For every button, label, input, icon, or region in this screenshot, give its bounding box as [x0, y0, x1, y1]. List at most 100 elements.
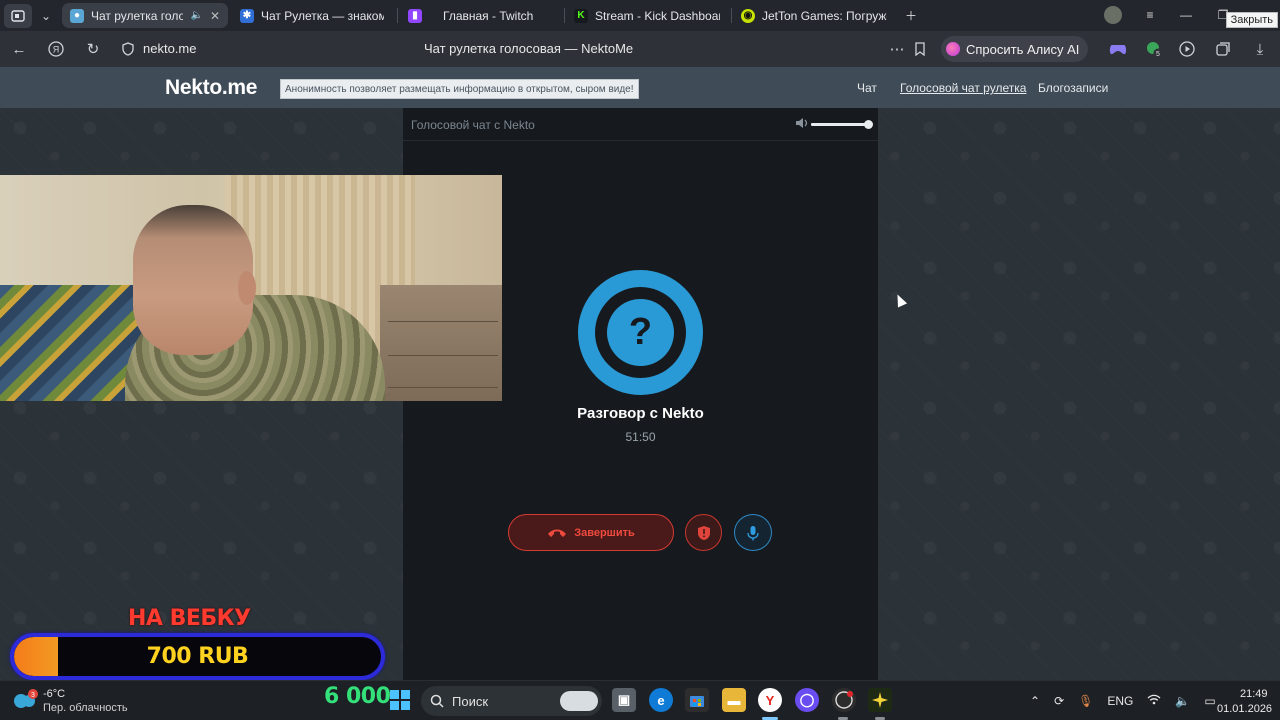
taskbar-search[interactable]: Поиск — [421, 686, 602, 716]
tab-separator — [731, 8, 732, 23]
call-panel-title: Голосовой чат с Nekto — [411, 118, 535, 132]
webcam-person-head — [133, 205, 253, 355]
collections-icon[interactable] — [1213, 39, 1233, 59]
obs-icon[interactable] — [832, 688, 856, 712]
tab-nekto[interactable]: ● Чат рулетка голосов 🔈 ✕ — [62, 3, 228, 28]
microphone-icon — [747, 525, 759, 540]
yandex-browser-icon[interactable]: Y — [758, 688, 782, 712]
microphone-button[interactable] — [734, 514, 772, 551]
back-arrow-icon[interactable]: ← — [9, 39, 29, 59]
tab-separator — [564, 8, 565, 23]
webcam-background-dresser — [380, 285, 502, 401]
keyboard-language[interactable]: ENG — [1107, 694, 1133, 708]
gamepad-extension-icon[interactable] — [1108, 39, 1128, 59]
browser-tab-strip: ⌄ ● Чат рулетка голосов 🔈 ✕ ✱ Чат Рулетк… — [0, 0, 1280, 31]
vpn-extension-icon[interactable]: 5 — [1144, 39, 1164, 59]
reload-icon[interactable]: ↻ — [83, 39, 103, 59]
sidebar-toggle-icon[interactable] — [4, 3, 32, 28]
tab-jetton[interactable]: ◉ JetTon Games: Погружен — [733, 3, 895, 28]
svg-text:3: 3 — [31, 692, 35, 699]
webcam-overlay — [0, 175, 502, 401]
search-icon — [430, 694, 444, 708]
file-explorer-icon[interactable]: ▬ — [722, 688, 746, 712]
tab-title: Чат рулетка голосов — [91, 8, 184, 23]
new-tab-plus-icon[interactable]: ＋ — [901, 4, 921, 26]
media-play-icon[interactable] — [1177, 39, 1197, 59]
weather-temperature[interactable]: -6°C — [43, 688, 65, 700]
url-text[interactable]: nekto.me — [143, 41, 196, 56]
tab-title: JetTon Games: Погружен — [762, 8, 887, 23]
more-dots-icon[interactable]: ⋯ — [887, 39, 907, 59]
twitch-favicon-icon: ▮ — [408, 8, 422, 23]
alice-app-icon[interactable]: ◯ — [795, 688, 819, 712]
store-icon[interactable] — [685, 688, 709, 712]
tab-close-icon[interactable]: ✕ — [210, 9, 220, 23]
page-title: Чат рулетка голосовая — NektoMe — [424, 41, 634, 56]
site-header: Nekto.me Анонимность позволяет размещать… — [0, 67, 1280, 108]
site-slogan: Анонимность позволяет размещать информац… — [280, 79, 639, 99]
webcam-person-ear — [238, 271, 256, 305]
clock-time[interactable]: 21:49 — [1240, 688, 1268, 700]
speaker-icon[interactable]: 🔈 — [1175, 694, 1190, 708]
tray-overflow-chevron-icon[interactable]: ⌃ — [1030, 694, 1040, 708]
svg-text:5: 5 — [1156, 51, 1160, 58]
nav-link-voice-roulette[interactable]: Голосовой чат рулетка — [900, 81, 1026, 95]
task-view-icon[interactable]: ▣ — [612, 688, 636, 712]
donation-goal-label: НА ВЕБКУ — [128, 606, 251, 631]
hang-up-icon — [548, 529, 567, 537]
burst-app-icon[interactable] — [868, 688, 892, 712]
wifi-icon[interactable] — [1147, 694, 1161, 708]
peer-name: Разговор с Nekto — [577, 405, 704, 422]
search-label: Поиск — [452, 693, 489, 709]
tabs-menu-chevron-icon[interactable]: ⌄ — [32, 4, 60, 28]
donation-goal-amount: 700 RUB — [146, 644, 249, 669]
volume-icon[interactable] — [795, 117, 809, 132]
tab-audio-icon[interactable]: 🔈 — [190, 10, 202, 21]
tab-chatrulet[interactable]: ✱ Чат Рулетка — знакомств — [232, 3, 392, 28]
donation-goal-bar: 700 RUB — [10, 633, 385, 680]
end-call-label: Завершить — [574, 526, 635, 539]
bookmark-icon[interactable] — [910, 39, 930, 59]
tab-title: Stream - Kick Dashboard — [595, 8, 720, 23]
kick-favicon-icon: K — [574, 8, 588, 23]
tab-separator — [397, 8, 398, 23]
tray-microphone-icon[interactable]: 🎙 — [1078, 694, 1093, 708]
tab-title: Чат Рулетка — знакомств — [261, 8, 384, 23]
tab-twitch[interactable]: ▮ Главная - Twitch — [400, 3, 560, 28]
edge-icon[interactable]: e — [649, 688, 673, 712]
volume-slider-knob[interactable] — [864, 120, 873, 129]
weather-cloud-icon[interactable]: 3 — [12, 688, 38, 710]
question-mark-icon: ? — [607, 299, 674, 366]
chatrulet-favicon-icon: ✱ — [240, 8, 254, 23]
shield-alert-icon — [697, 525, 710, 540]
nav-link-chat[interactable]: Чат — [857, 81, 877, 95]
volume-slider[interactable] — [811, 120, 873, 129]
tab-title: Главная - Twitch — [443, 8, 534, 23]
close-tooltip: Закрыть — [1225, 12, 1278, 28]
clock-date[interactable]: 01.01.2026 — [1217, 703, 1272, 715]
nav-link-blog[interactable]: Блогозаписи — [1038, 81, 1108, 95]
alice-label: Спросить Алису AI — [966, 41, 1080, 57]
site-logo[interactable]: Nekto.me — [165, 76, 257, 100]
site-info-shield-icon[interactable] — [118, 39, 138, 59]
battery-icon[interactable]: ▭ — [1204, 694, 1215, 708]
weather-description[interactable]: Пер. облачность — [43, 702, 128, 714]
tab-kick[interactable]: K Stream - Kick Dashboard — [566, 3, 728, 28]
yandex-home-icon[interactable]: Я — [46, 39, 66, 59]
call-panel-header: Голосовой чат с Nekto — [403, 108, 878, 141]
svg-text:Я: Я — [53, 45, 60, 55]
profile-avatar[interactable] — [1102, 4, 1124, 26]
tray-sync-icon[interactable]: ⟳ — [1054, 694, 1064, 708]
downloads-icon[interactable]: ⤓ — [1250, 39, 1270, 59]
stream-counter-overlay: 6 000 — [324, 684, 391, 709]
end-call-button[interactable]: Завершить — [508, 514, 674, 551]
call-timer: 51:50 — [625, 430, 656, 444]
report-button[interactable] — [685, 514, 722, 551]
alice-icon — [946, 42, 960, 56]
ask-alice-button[interactable]: Спросить Алису AI — [941, 36, 1089, 62]
address-bar: ← Я ↻ nekto.me Чат рулетка голосовая — N… — [0, 31, 1280, 67]
search-highlight-icon — [560, 691, 598, 711]
windows-start-icon[interactable] — [390, 690, 410, 710]
minimize-icon[interactable]: — — [1176, 4, 1196, 26]
browser-menu-icon[interactable]: ≡ — [1140, 4, 1160, 26]
